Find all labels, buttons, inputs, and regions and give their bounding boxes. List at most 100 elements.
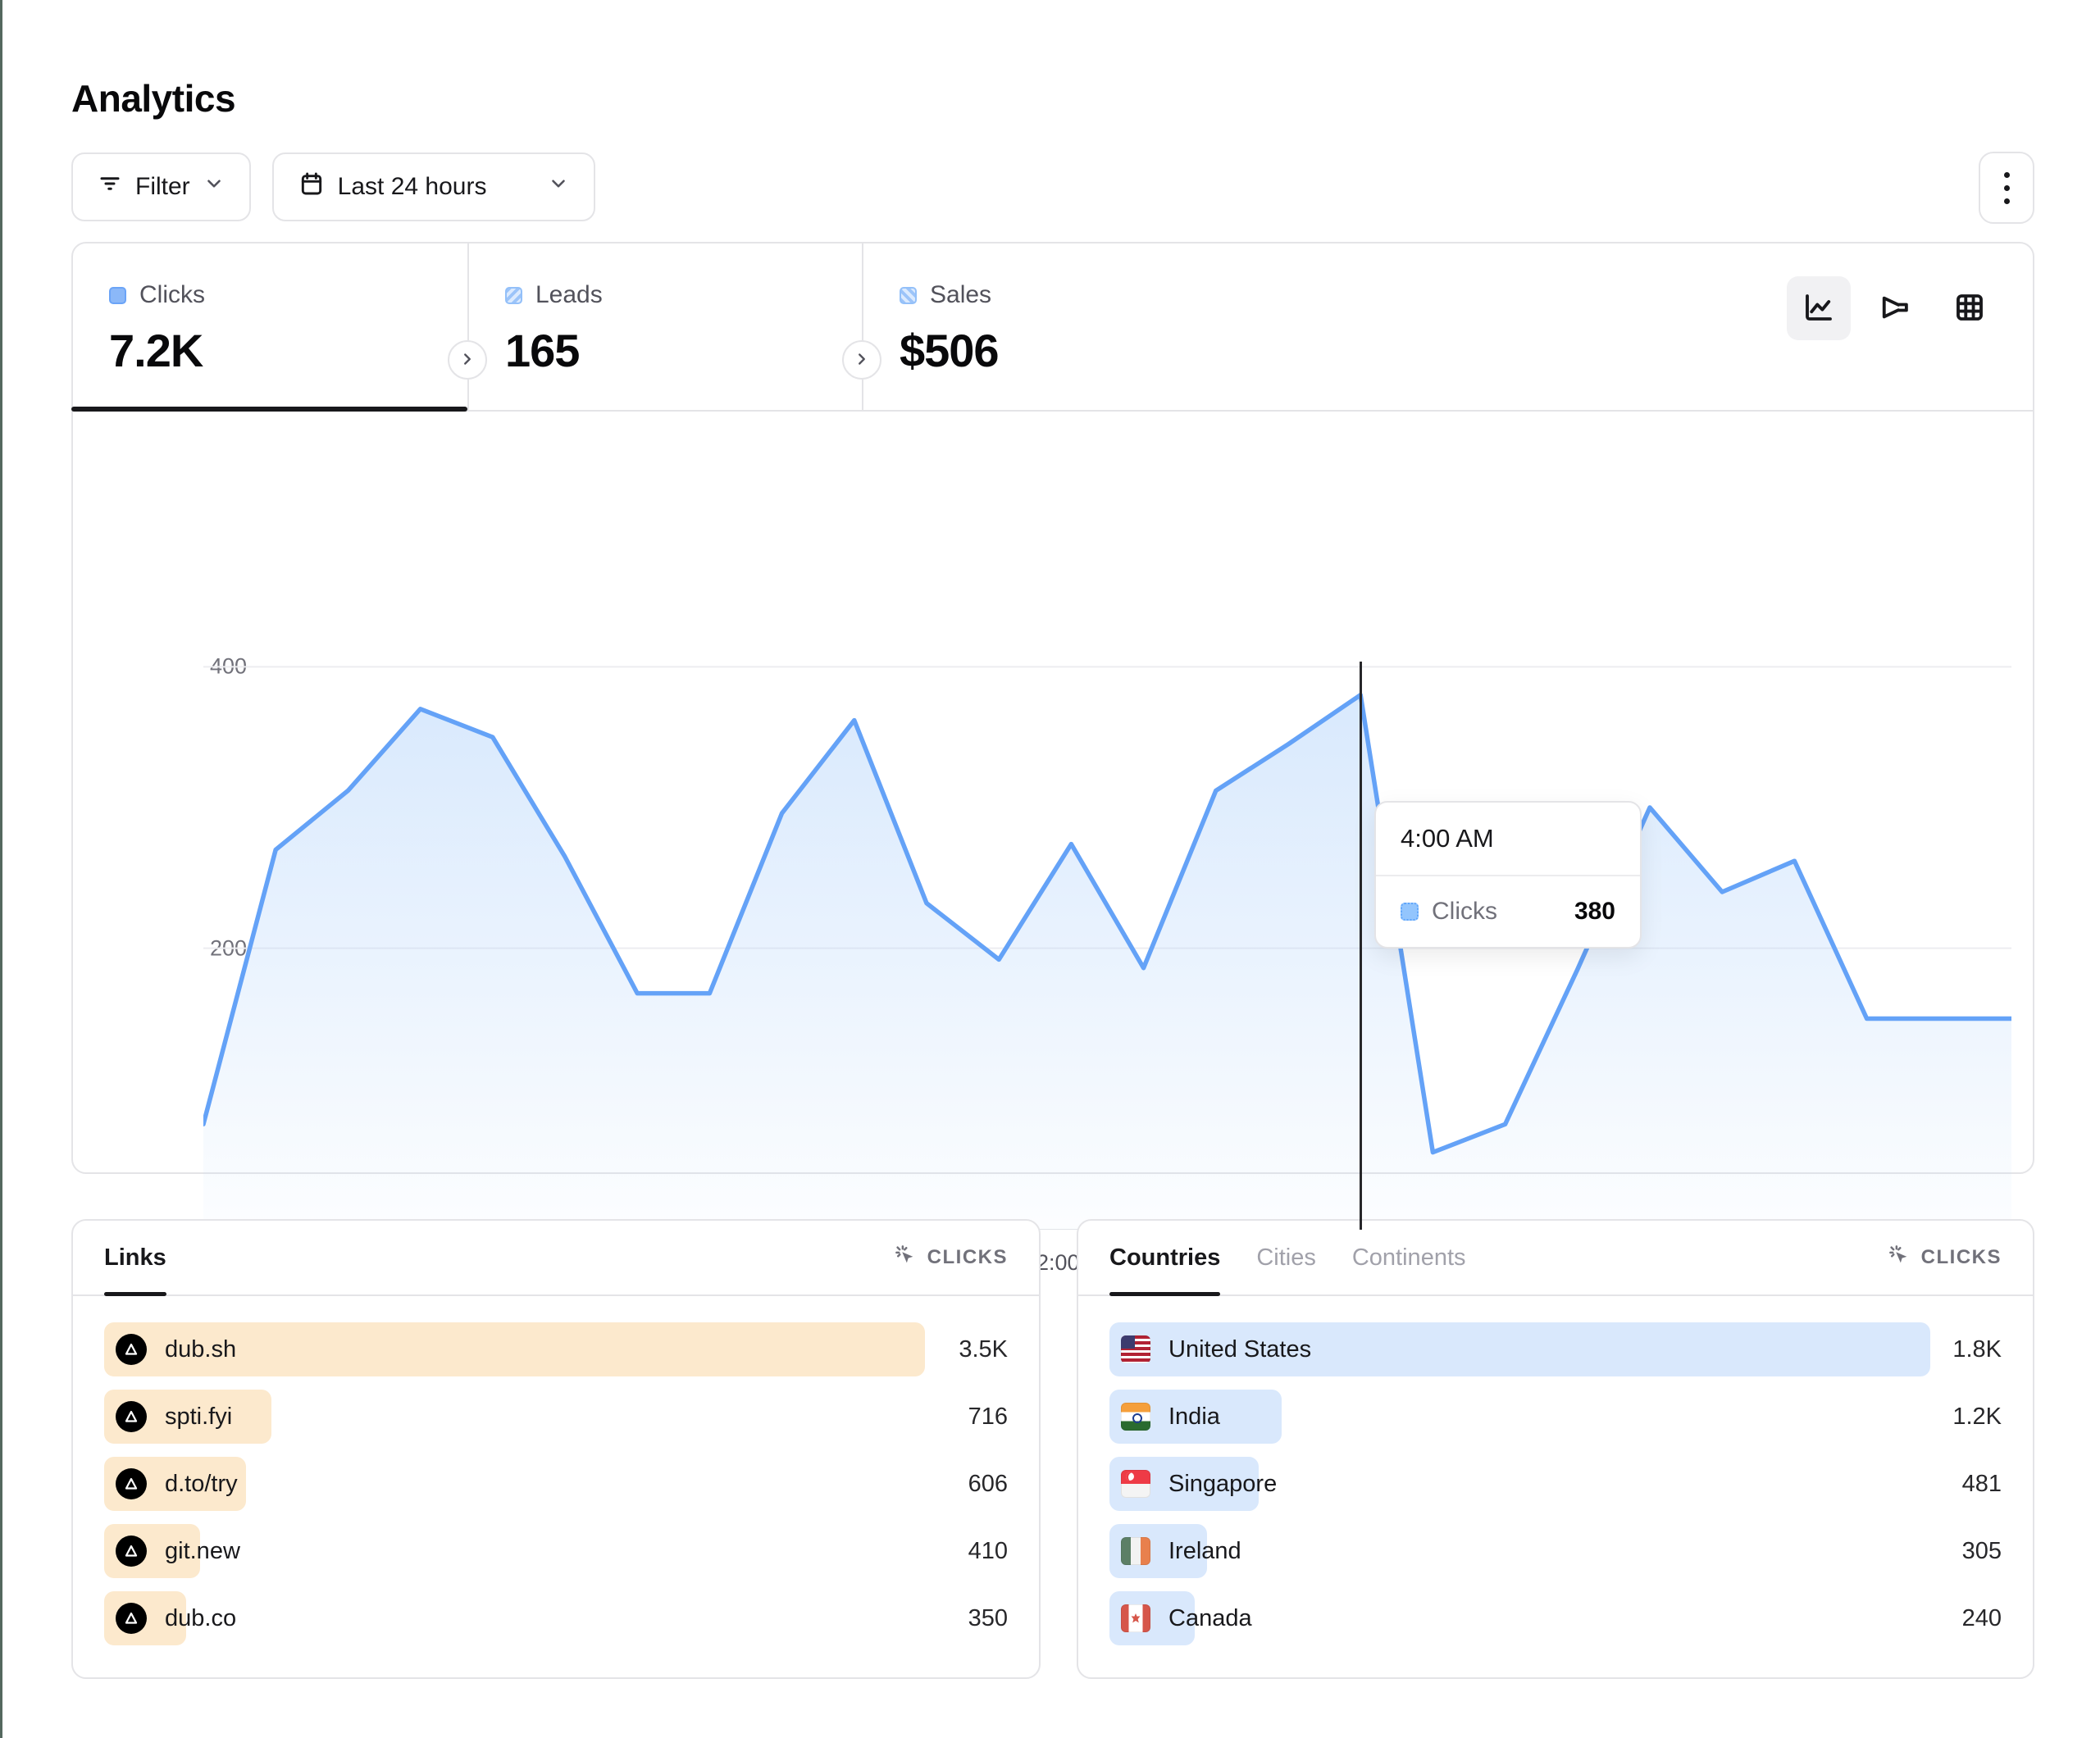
link-name: dub.sh (165, 1336, 236, 1363)
tab-cities-label: Cities (1256, 1244, 1316, 1272)
sales-legend-marker (900, 287, 917, 304)
tab-clicks-label: Clicks (139, 281, 205, 309)
metric-tabs: Clicks 7.2K Leads 165 Sales $506 (73, 243, 2033, 412)
country-name: Canada (1168, 1605, 1252, 1632)
singapore-flag-icon (1121, 1470, 1150, 1498)
analytics-page: Analytics Filter Last 24 hours (0, 0, 2100, 1738)
dub-logo-icon (116, 1603, 147, 1634)
geo-metric-label: CLICKS (1921, 1246, 2002, 1269)
calendar-icon (298, 171, 325, 203)
chart-tooltip: 4:00 AM Clicks 380 (1374, 801, 1642, 949)
tab-sales-value: $506 (900, 324, 1256, 377)
clicks-chart: 0200400 4:00 AM Clicks 380 4:00 PM8:00 P… (73, 412, 2033, 1174)
link-clicks-value: 3.5K (959, 1322, 1008, 1376)
geo-metric-badge[interactable]: CLICKS (1887, 1243, 2002, 1273)
country-row[interactable]: Ireland 305 (1109, 1524, 2002, 1578)
link-name: git.new (165, 1538, 240, 1565)
ireland-flag-icon (1121, 1537, 1150, 1565)
chart-view-toggle (1787, 276, 2002, 340)
table-icon (1952, 290, 1987, 327)
link-row[interactable]: spti.fyi 716 (104, 1390, 1008, 1444)
country-row[interactable]: India 1.2K (1109, 1390, 2002, 1444)
line-chart-view-button[interactable] (1787, 276, 1851, 340)
date-range-button[interactable]: Last 24 hours (272, 152, 595, 221)
tooltip-time: 4:00 AM (1376, 803, 1640, 876)
plot-area[interactable]: 4:00 AM Clicks 380 (203, 629, 2011, 1230)
tab-leads-label: Leads (535, 281, 603, 309)
us-flag-icon (1121, 1335, 1150, 1363)
funnel-chart-view-button[interactable] (1862, 276, 1926, 340)
cursor-click-icon (893, 1243, 918, 1273)
tab-links[interactable]: Links (104, 1221, 166, 1294)
funnel-chart-icon (1877, 290, 1911, 327)
leads-legend-marker (505, 287, 522, 304)
links-metric-badge[interactable]: CLICKS (893, 1243, 1008, 1273)
link-row[interactable]: git.new 410 (104, 1524, 1008, 1578)
india-flag-icon (1121, 1403, 1150, 1431)
geo-rows: United States 1.8K India 1.2K Singapore … (1078, 1296, 2033, 1645)
filter-lines-icon (98, 171, 122, 202)
link-row[interactable]: dub.co 350 (104, 1591, 1008, 1645)
country-row[interactable]: United States 1.8K (1109, 1322, 2002, 1376)
tab-leads-value: 165 (505, 324, 862, 377)
tab-cities[interactable]: Cities (1256, 1221, 1316, 1294)
expand-clicks-button[interactable] (448, 340, 487, 380)
country-name: Singapore (1168, 1471, 1277, 1498)
tab-links-label: Links (104, 1244, 166, 1272)
tooltip-value: 380 (1574, 898, 1615, 926)
link-row[interactable]: d.to/try 606 (104, 1457, 1008, 1511)
links-panel: Links CLICKS dub.sh 3.5K (71, 1219, 1041, 1679)
link-clicks-value: 410 (968, 1524, 1008, 1578)
tab-sales[interactable]: Sales $506 (862, 243, 1256, 410)
filter-button[interactable]: Filter (71, 152, 251, 221)
chevron-down-icon (203, 173, 225, 201)
link-name: d.to/try (165, 1471, 238, 1498)
country-name: Ireland (1168, 1538, 1241, 1565)
hover-crosshair-line (1360, 662, 1362, 1230)
chevron-right-icon (458, 350, 476, 371)
country-clicks-value: 481 (1962, 1457, 2002, 1511)
link-clicks-value: 716 (968, 1390, 1008, 1444)
geo-panel-header: Countries Cities Continents CLICKS (1078, 1221, 2033, 1296)
link-clicks-value: 606 (968, 1457, 1008, 1511)
expand-leads-button[interactable] (842, 340, 881, 380)
tab-sales-label: Sales (930, 281, 991, 309)
country-clicks-value: 1.8K (1952, 1322, 2002, 1376)
tooltip-series-label: Clicks (1432, 898, 1497, 926)
clicks-legend-marker (109, 287, 126, 304)
table-view-button[interactable] (1938, 276, 2002, 340)
kebab-menu-button[interactable] (1979, 152, 2034, 224)
kebab-menu-icon (2004, 172, 2010, 178)
dub-logo-icon (116, 1401, 147, 1432)
link-name: spti.fyi (165, 1404, 232, 1431)
links-panel-header: Links CLICKS (73, 1221, 1039, 1296)
toolbar: Filter Last 24 hours (71, 152, 595, 221)
line-chart-icon (1802, 290, 1836, 327)
tab-clicks[interactable]: Clicks 7.2K (73, 243, 467, 410)
link-clicks-value: 350 (968, 1591, 1008, 1645)
country-row[interactable]: Singapore 481 (1109, 1457, 2002, 1511)
dub-logo-icon (116, 1468, 147, 1499)
links-rows: dub.sh 3.5K spti.fyi 716 d.to/try 606 (73, 1296, 1039, 1645)
link-row[interactable]: dub.sh 3.5K (104, 1322, 1008, 1376)
area-chart-svg (203, 629, 2011, 1230)
clicks-legend-marker (1401, 903, 1419, 921)
cursor-click-icon (1887, 1243, 1911, 1273)
country-clicks-value: 305 (1962, 1524, 2002, 1578)
tab-leads[interactable]: Leads 165 (467, 243, 862, 410)
country-clicks-value: 1.2K (1952, 1390, 2002, 1444)
country-row[interactable]: Canada 240 (1109, 1591, 2002, 1645)
tab-countries[interactable]: Countries (1109, 1221, 1220, 1294)
country-name: India (1168, 1404, 1220, 1431)
chevron-right-icon (853, 350, 871, 371)
geo-panel: Countries Cities Continents CLICKS Unite… (1077, 1219, 2034, 1679)
links-metric-label: CLICKS (927, 1246, 1008, 1269)
country-clicks-value: 240 (1962, 1591, 2002, 1645)
filter-button-label: Filter (135, 173, 190, 201)
link-name: dub.co (165, 1605, 236, 1632)
dub-logo-icon (116, 1334, 147, 1365)
dub-logo-icon (116, 1536, 147, 1567)
tab-continents[interactable]: Continents (1352, 1221, 1466, 1294)
analytics-card: Clicks 7.2K Leads 165 Sales $506 (71, 242, 2034, 1174)
canada-flag-icon (1121, 1604, 1150, 1632)
